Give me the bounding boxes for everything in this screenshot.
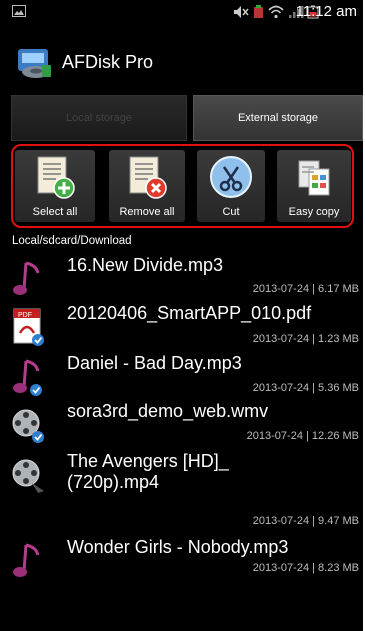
scissors-icon [210,156,252,198]
tab-local-storage-label: Local storage [65,112,133,124]
file-name: The Avengers [HD]_ [67,451,229,471]
storage-tabs: Local storage External storage [0,95,363,141]
film-reel-icon [12,409,44,443]
tab-local-storage[interactable]: Local storage [11,95,187,141]
remove-all-button[interactable]: Remove all [109,150,185,222]
file-meta: 2013-07-24 | 6.17 MB [252,283,359,295]
pdf-file-icon: PDF [13,308,44,346]
action-toolbar: Select all Remove all Cut Easy copy [11,144,354,228]
remove-document-icon [129,156,167,199]
status-time: 11:12 am [295,3,357,20]
file-meta: 2013-07-24 | 5.36 MB [252,382,359,394]
svg-text:PDF: PDF [18,312,32,319]
select-all-button[interactable]: Select all [15,150,95,222]
phone-screen: 11:12 am AFDisk Pro Local storage Extern… [0,0,363,631]
file-name-continued: (720p).mp4 [67,472,160,492]
copy-documents-icon [298,160,330,196]
file-item[interactable]: sora3rd_demo_web.wmv 2013-07-24 | 12.26 … [0,401,363,447]
file-name: 20120406_SmartAPP_010.pdf [67,303,312,323]
file-item[interactable]: Daniel - Bad Day.mp3 2013-07-24 | 5.36 M… [0,353,363,399]
file-item[interactable]: 16.New Divide.mp3 2013-07-24 | 6.17 MB [0,255,363,299]
cut-button[interactable]: Cut [197,150,265,222]
title-bar: AFDisk Pro [0,24,363,88]
file-name: Wonder Girls - Nobody.mp3 [67,537,289,557]
wifi-icon [268,5,284,19]
file-item[interactable]: Wonder Girls - Nobody.mp3 2013-07-24 | 8… [0,537,363,585]
afdisk-app-icon [18,49,51,78]
app-title: AFDisk Pro [62,52,154,72]
status-bar: 11:12 am [0,0,363,24]
music-note-icon [13,261,40,295]
file-meta: 2013-07-24 | 8.23 MB [252,562,359,574]
add-document-icon [37,156,75,199]
file-name: sora3rd_demo_web.wmv [67,401,269,421]
gallery-icon [12,5,26,17]
notification-icon [254,5,263,18]
easy-copy-label: Easy copy [288,206,340,218]
tab-external-storage[interactable]: External storage [193,95,363,141]
file-item[interactable]: The Avengers [HD]_ (720p).mp4 2013-07-24… [0,451,363,531]
tab-external-storage-label: External storage [237,112,319,124]
file-meta: 2013-07-24 | 1.23 MB [252,333,359,345]
file-name: 16.New Divide.mp3 [67,255,224,275]
mute-icon [234,6,249,18]
current-path: Local/sdcard/Download [12,235,132,247]
remove-all-label: Remove all [119,206,175,218]
file-meta: 2013-07-24 | 12.26 MB [246,430,359,442]
file-meta: 2013-07-24 | 9.47 MB [252,515,359,527]
film-reel-icon [12,459,44,493]
cut-label: Cut [222,206,240,218]
file-name: Daniel - Bad Day.mp3 [67,353,242,373]
select-all-label: Select all [32,206,78,218]
music-note-icon [13,543,40,577]
file-item[interactable]: PDF 20120406_SmartAPP_010.pdf 2013-07-24… [0,303,363,351]
music-note-icon [13,359,42,396]
easy-copy-button[interactable]: Easy copy [277,150,351,222]
